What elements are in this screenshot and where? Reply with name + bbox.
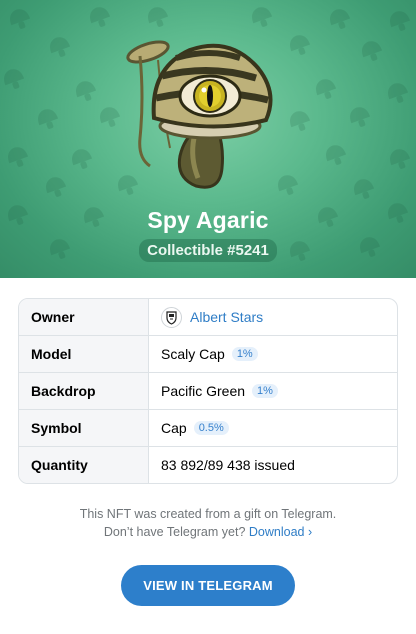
mushroom-cap-icon xyxy=(388,83,409,103)
collectible-number-badge: Collectible #5241 xyxy=(139,239,277,262)
rarity-badge: 0.5% xyxy=(193,421,229,435)
mushroom-cap-icon xyxy=(252,7,273,27)
owner-link[interactable]: Albert Stars xyxy=(190,309,263,325)
spy-agaric-mushroom-eye-icon xyxy=(100,38,280,198)
nft-hero: Spy Agaric Collectible #5241 xyxy=(0,0,416,278)
info-text: This NFT was created from a gift on Tele… xyxy=(0,505,416,541)
attribute-key: Quantity xyxy=(19,447,149,483)
rarity-badge: 1% xyxy=(231,347,258,361)
mushroom-cap-icon xyxy=(50,37,71,57)
attribute-value: Cap 0.5% xyxy=(149,410,397,446)
info-line: Don’t have Telegram yet? Download › xyxy=(0,523,416,541)
table-row: Symbol Cap 0.5% xyxy=(19,410,397,447)
mushroom-cap-icon xyxy=(38,109,59,129)
rarity-badge: 1% xyxy=(252,384,278,398)
model-value: Scaly Cap xyxy=(161,346,225,362)
table-row: Owner Albert Stars xyxy=(19,299,397,336)
mushroom-cap-icon xyxy=(90,7,111,27)
attribute-value: Scaly Cap 1% xyxy=(149,336,397,372)
mushroom-cap-icon xyxy=(326,145,347,165)
mushroom-cap-icon xyxy=(290,111,311,131)
mushroom-cap-icon xyxy=(290,35,311,55)
view-in-telegram-button[interactable]: VIEW IN TELEGRAM xyxy=(121,565,295,606)
mushroom-cap-icon xyxy=(350,107,371,127)
mushroom-cap-icon xyxy=(354,179,375,199)
table-row: Backdrop Pacific Green 1% xyxy=(19,373,397,410)
owner-avatar-icon[interactable] xyxy=(161,306,182,328)
info-line: This NFT was created from a gift on Tele… xyxy=(79,507,337,521)
mushroom-cap-icon xyxy=(76,81,97,101)
table-row: Quantity 83 892/89 438 issued xyxy=(19,447,397,483)
mushroom-cap-icon xyxy=(46,177,67,197)
table-row: Model Scaly Cap 1% xyxy=(19,336,397,373)
owner-value[interactable]: Albert Stars xyxy=(149,299,397,335)
symbol-value: Cap xyxy=(161,420,187,436)
backdrop-value: Pacific Green xyxy=(161,383,246,399)
mushroom-cap-icon xyxy=(316,79,337,99)
attributes-table: Owner Albert Stars Model Scaly Cap 1% Ba… xyxy=(18,298,398,484)
attribute-key: Owner xyxy=(19,299,149,335)
attribute-key: Model xyxy=(19,336,149,372)
mushroom-cap-icon xyxy=(330,9,351,29)
nft-title: Spy Agaric xyxy=(147,207,269,233)
mushroom-cap-icon xyxy=(362,41,383,61)
mushroom-cap-icon xyxy=(8,147,29,167)
info-prompt: Don’t have Telegram yet? xyxy=(103,525,246,539)
download-link[interactable]: Download › xyxy=(249,525,312,539)
attribute-key: Symbol xyxy=(19,410,149,446)
mushroom-cap-icon xyxy=(148,7,169,27)
attribute-key: Backdrop xyxy=(19,373,149,409)
attribute-value: Pacific Green 1% xyxy=(149,373,397,409)
mushroom-cap-icon xyxy=(4,69,25,89)
mushroom-cap-icon xyxy=(390,149,411,169)
mushroom-cap-icon xyxy=(10,9,31,29)
mushroom-cap-icon xyxy=(390,11,411,31)
mushroom-cap-icon xyxy=(72,149,93,169)
quantity-value: 83 892/89 438 issued xyxy=(161,457,295,473)
